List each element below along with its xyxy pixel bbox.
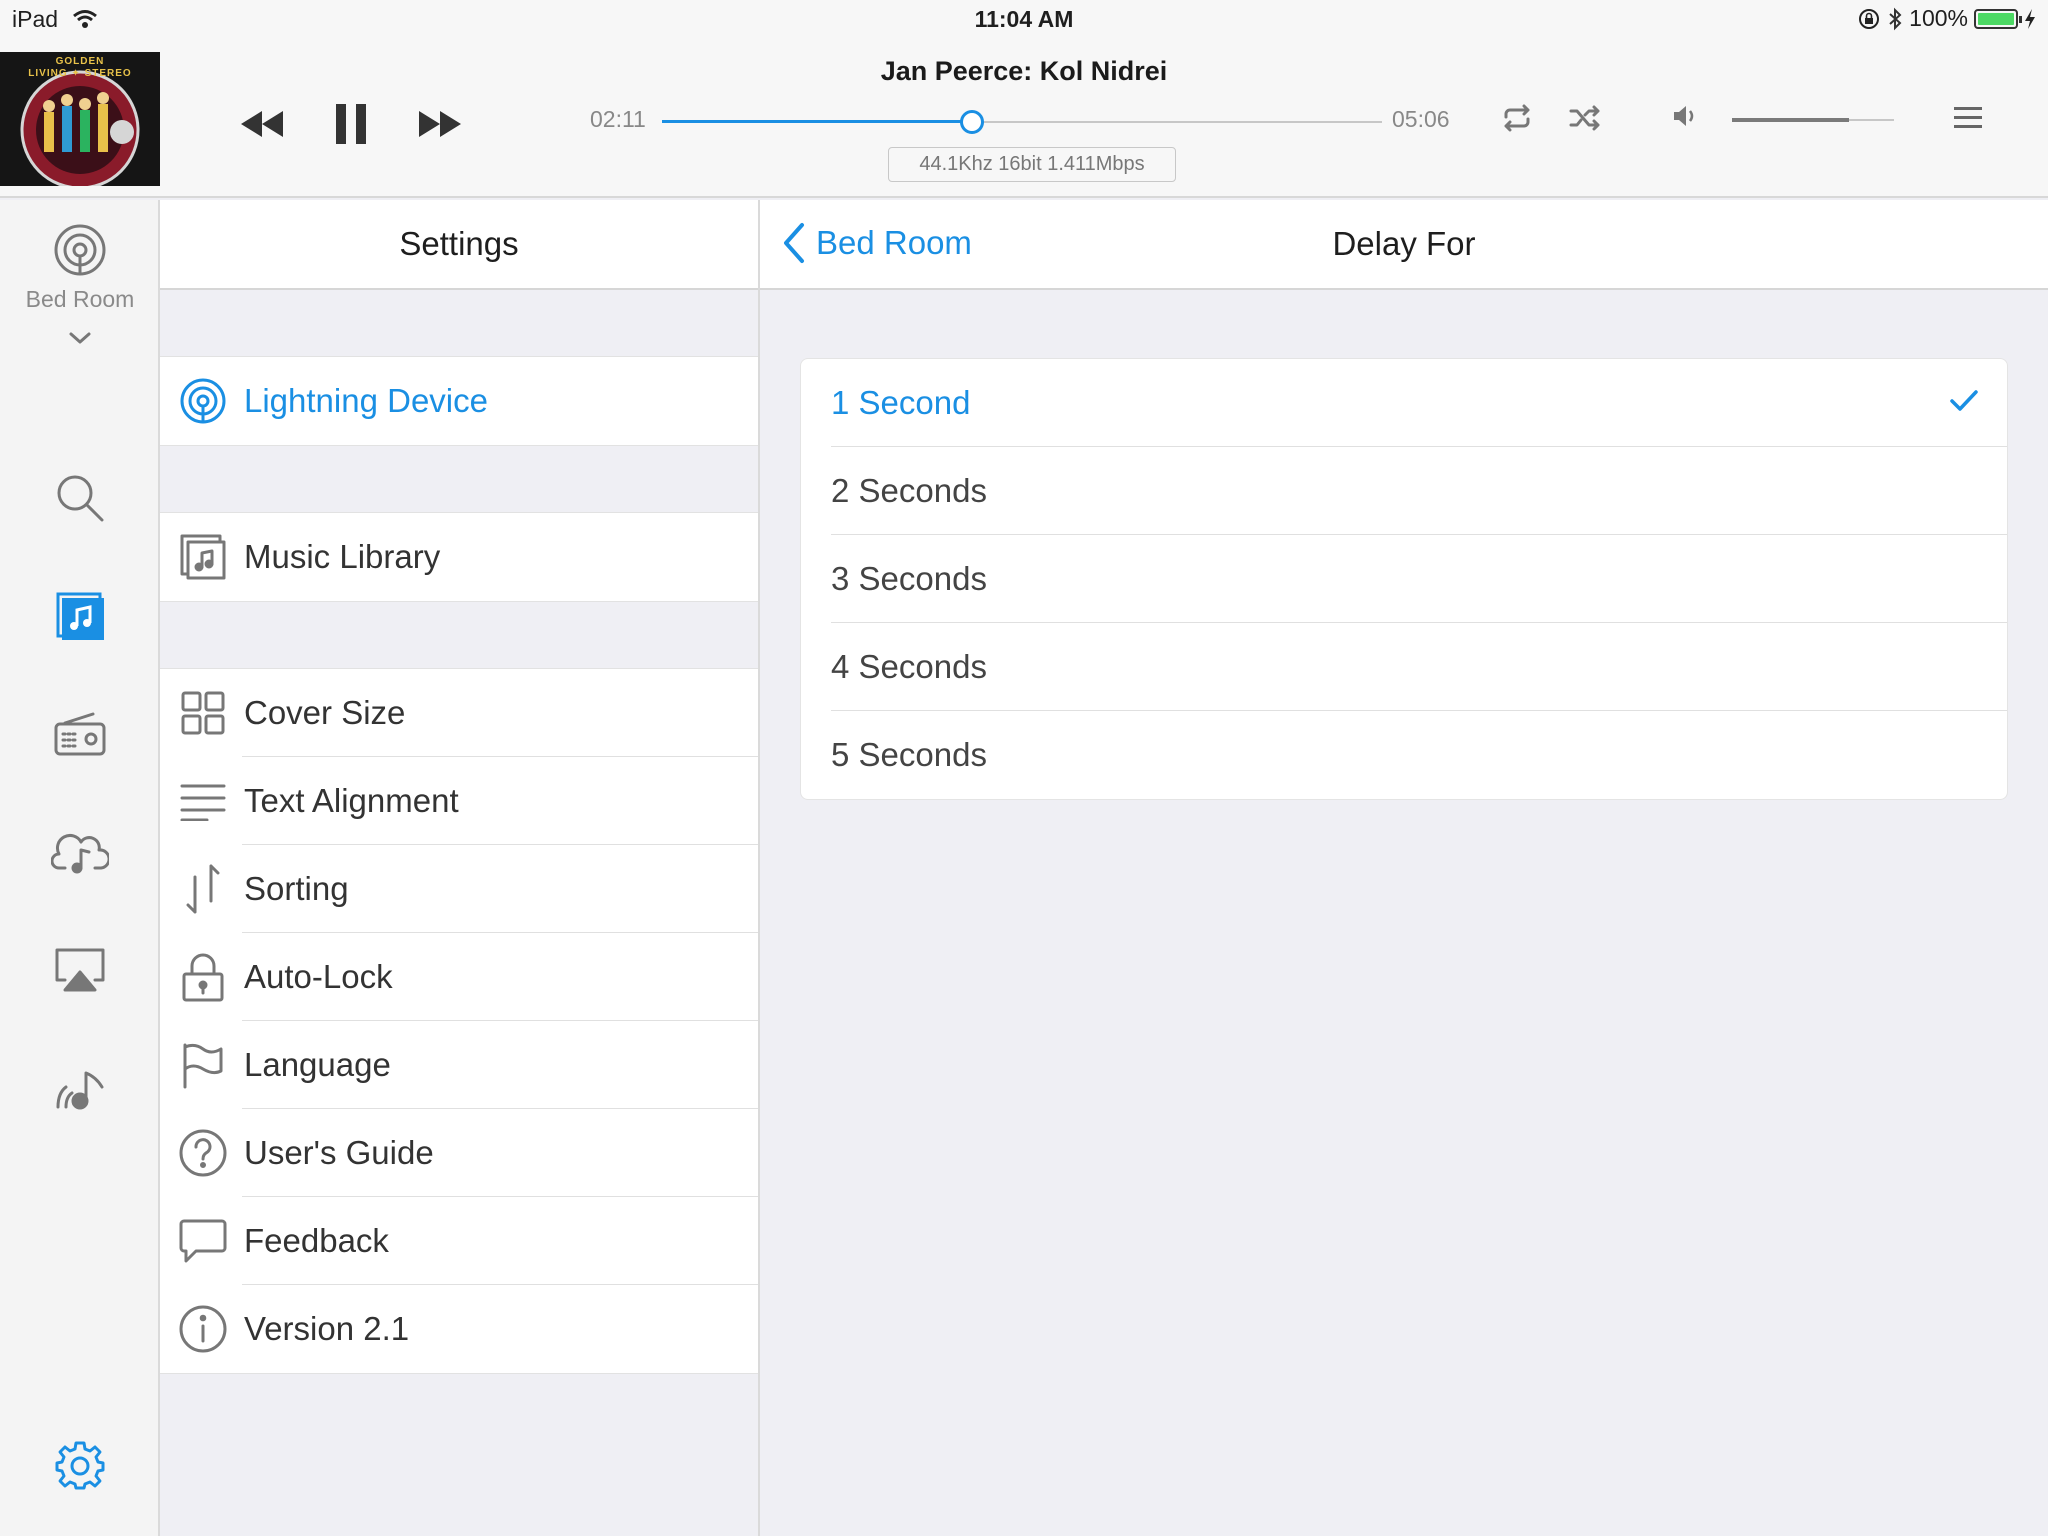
repeat-button[interactable]: [1500, 103, 1534, 133]
cloud-music-icon[interactable]: [50, 822, 110, 882]
delay-options-list: 1 Second 2 Seconds 3 Seconds 4 Seconds 5…: [800, 358, 2008, 800]
settings-item-version[interactable]: Version 2.1: [160, 1285, 758, 1373]
option-label: 1 Second: [831, 384, 971, 421]
grid-icon: [160, 669, 242, 757]
progress-knob[interactable]: [959, 110, 984, 134]
option-4-seconds[interactable]: 4 Seconds: [831, 623, 2007, 711]
back-button-label: Bed Room: [816, 224, 972, 261]
lock-icon: [160, 933, 242, 1021]
chat-icon: [160, 1197, 242, 1285]
settings-item-feedback[interactable]: Feedback: [160, 1197, 758, 1285]
checkmark-icon: [1949, 389, 1979, 413]
settings-item-label: Cover Size: [242, 669, 758, 757]
help-icon: [160, 1109, 242, 1197]
chevron-left-icon: [782, 222, 806, 264]
room-selector-label[interactable]: Bed Room: [0, 286, 160, 313]
fast-forward-button[interactable]: [410, 94, 470, 154]
settings-item-label: User's Guide: [242, 1109, 758, 1197]
battery-percent: 100%: [1909, 5, 1968, 31]
audio-quality-badge: 44.1Khz 16bit 1.411Mbps: [888, 147, 1176, 182]
settings-item-users-guide[interactable]: User's Guide: [160, 1109, 758, 1197]
progress-slider[interactable]: [662, 110, 1382, 134]
settings-item-lightning-device[interactable]: Lightning Device: [160, 357, 758, 445]
search-icon[interactable]: [50, 468, 110, 528]
option-2-seconds[interactable]: 2 Seconds: [831, 447, 2007, 535]
option-1-second[interactable]: 1 Second: [831, 359, 2007, 447]
volume-level: [1732, 118, 1849, 122]
pause-button[interactable]: [292, 94, 410, 154]
delay-panel: Delay For Bed Room 1 Second 2 Seconds 3 …: [760, 200, 2048, 1536]
settings-item-text-alignment[interactable]: Text Alignment: [160, 757, 758, 845]
shuffle-button[interactable]: [1568, 103, 1602, 133]
settings-item-cover-size[interactable]: Cover Size: [160, 669, 758, 757]
track-title: Jan Peerce: Kol Nidrei: [880, 56, 1168, 86]
option-5-seconds[interactable]: 5 Seconds: [831, 711, 2007, 799]
option-label: 2 Seconds: [831, 472, 987, 509]
now-playing-bar: GOLDEN LIVING ✦ STEREO Jan Peerce: Kol Ni…: [0, 40, 2048, 198]
sort-icon: [160, 845, 242, 933]
bluetooth-icon: [1887, 7, 1903, 31]
music-library-icon[interactable]: [50, 586, 110, 646]
elapsed-time: 02:11: [590, 106, 646, 132]
chevron-down-icon[interactable]: [50, 318, 110, 358]
settings-item-sorting[interactable]: Sorting: [160, 845, 758, 933]
settings-item-music-library[interactable]: Music Library: [160, 513, 758, 601]
flag-icon: [160, 1021, 242, 1109]
music-library-icon: [160, 513, 242, 601]
info-icon: [160, 1285, 242, 1373]
settings-item-language[interactable]: Language: [160, 1021, 758, 1109]
status-time: 11:04 AM: [974, 6, 1074, 32]
option-label: 4 Seconds: [831, 648, 987, 685]
settings-item-label: Text Alignment: [242, 757, 758, 845]
volume-icon[interactable]: [1670, 101, 1700, 131]
preferences-group: Cover Size Text Alignment Sorting Auto-L…: [160, 668, 758, 1374]
option-label: 3 Seconds: [831, 560, 987, 597]
total-duration: 05:06: [1392, 106, 1450, 132]
rotation-lock-icon: [1857, 7, 1881, 31]
settings-item-label: Version 2.1: [244, 1310, 410, 1347]
radio-icon[interactable]: [50, 704, 110, 764]
progress-fill: [662, 120, 972, 123]
streaming-icon[interactable]: [50, 1058, 110, 1118]
library-group: Music Library: [160, 512, 758, 602]
delay-header: Delay For Bed Room: [760, 200, 2048, 290]
settings-item-auto-lock[interactable]: Auto-Lock: [160, 933, 758, 1021]
back-button[interactable]: Bed Room: [782, 222, 972, 264]
battery-icon: [1974, 8, 2022, 29]
align-icon: [160, 757, 242, 845]
settings-item-label: Lightning Device: [244, 382, 488, 419]
status-bar: iPad 11:04 AM 100%: [0, 0, 2048, 40]
charging-icon: [2024, 8, 2036, 30]
settings-item-label: Feedback: [242, 1197, 758, 1285]
settings-panel: Settings Lightning Device Music Library …: [160, 200, 760, 1536]
settings-item-label: Sorting: [242, 845, 758, 933]
volume-slider[interactable]: [1732, 116, 1894, 124]
settings-item-label: Language: [242, 1021, 758, 1109]
lightning-signal-icon: [160, 357, 242, 445]
left-nav-rail: Bed Room: [0, 200, 160, 1536]
settings-item-label: Auto-Lock: [242, 933, 758, 1021]
menu-button[interactable]: [1952, 104, 1984, 132]
gear-icon[interactable]: [50, 1436, 110, 1496]
settings-title: Settings: [160, 200, 758, 290]
device-group: Lightning Device: [160, 356, 758, 446]
settings-item-label: Music Library: [244, 538, 441, 575]
airplay-icon[interactable]: [50, 940, 110, 1000]
option-3-seconds[interactable]: 3 Seconds: [831, 535, 2007, 623]
rewind-button[interactable]: [232, 94, 292, 154]
option-label: 5 Seconds: [831, 736, 987, 773]
room-signal-icon[interactable]: [50, 220, 110, 280]
